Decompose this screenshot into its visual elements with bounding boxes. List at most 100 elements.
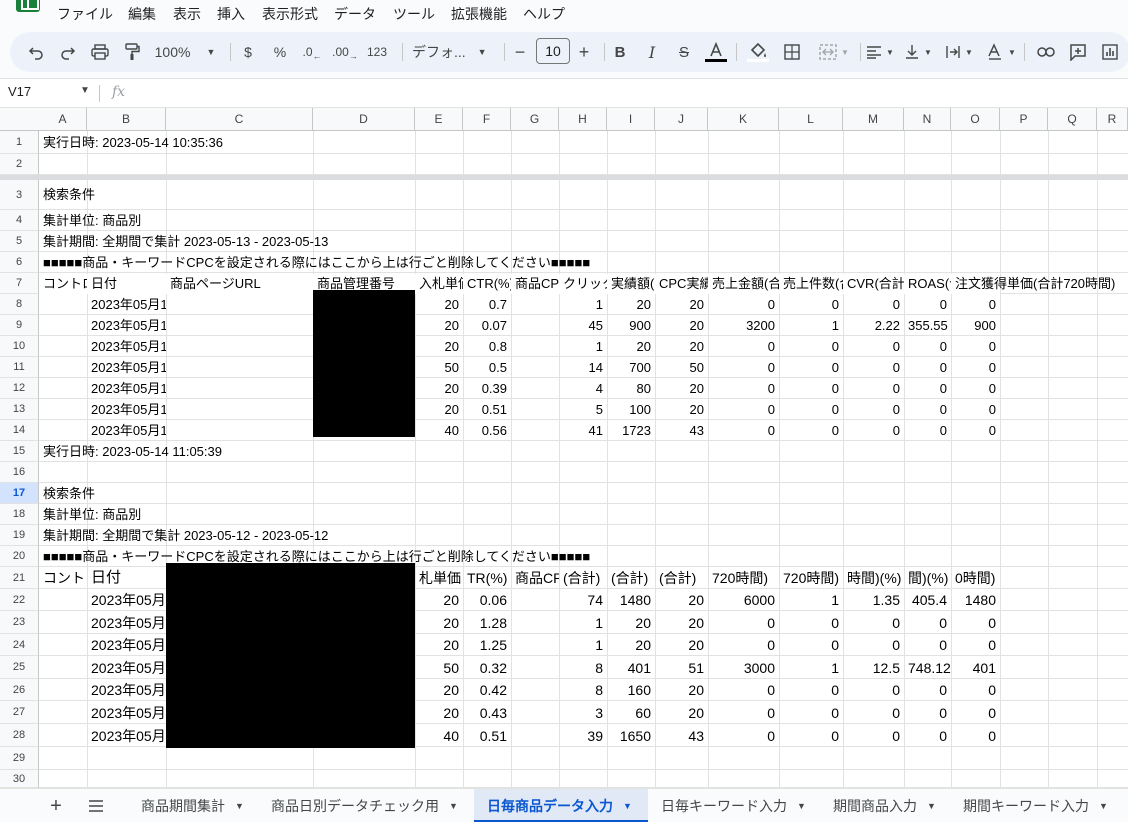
- column-title-cell[interactable]: 間)(%): [904, 568, 951, 588]
- date-cell[interactable]: 2023年05月: [87, 726, 166, 746]
- bid-cell[interactable]: 20: [415, 680, 463, 700]
- sheet-tab[interactable]: 商品期間集計 ▼: [128, 789, 258, 822]
- column-title-cell[interactable]: 商品CPC: [511, 273, 559, 294]
- cpc-cell[interactable]: 20: [655, 680, 708, 700]
- column-title-cell[interactable]: 商品CP: [511, 568, 559, 588]
- row-header[interactable]: 24: [0, 634, 39, 656]
- roas-cell[interactable]: 0: [904, 703, 951, 723]
- column-title-cell[interactable]: 札単価: [415, 568, 463, 588]
- row-header[interactable]: 3: [0, 180, 39, 210]
- clicks-cell[interactable]: 39: [559, 726, 607, 746]
- select-all-corner[interactable]: [0, 108, 40, 131]
- ctr-cell[interactable]: 1.28: [463, 613, 511, 633]
- cpa-cell[interactable]: 1480: [951, 590, 1000, 610]
- sales-cell[interactable]: 0: [708, 635, 779, 655]
- roas-cell[interactable]: 405.4: [904, 590, 951, 610]
- row-header[interactable]: 19: [0, 525, 39, 546]
- roas-cell[interactable]: 355.55: [904, 316, 951, 336]
- cvr-cell[interactable]: 0: [843, 295, 904, 315]
- roas-cell[interactable]: 0: [904, 358, 951, 378]
- clicks-cell[interactable]: 14: [559, 358, 607, 378]
- undo-icon[interactable]: [24, 32, 48, 72]
- bid-cell[interactable]: 20: [415, 316, 463, 336]
- sales-cell[interactable]: 0: [708, 613, 779, 633]
- text-wrap-icon[interactable]: ▼: [942, 32, 976, 72]
- horizontal-align-icon[interactable]: ▼: [864, 32, 896, 72]
- chevron-down-icon[interactable]: ▼: [235, 801, 244, 811]
- increase-decimal-button[interactable]: .00 →: [332, 32, 358, 72]
- column-header[interactable]: I: [607, 108, 655, 131]
- amount-cell[interactable]: 700: [607, 358, 655, 378]
- sales-cell[interactable]: 0: [708, 379, 779, 399]
- column-title-cell[interactable]: 時間)(%): [843, 568, 904, 588]
- column-header[interactable]: N: [904, 108, 951, 131]
- row-header[interactable]: 27: [0, 701, 39, 724]
- bid-cell[interactable]: 20: [415, 590, 463, 610]
- amount-cell[interactable]: 401: [607, 658, 655, 678]
- date-cell[interactable]: 2023年05月: [87, 613, 166, 633]
- font-size-decrease-button[interactable]: −: [510, 32, 530, 72]
- row-header[interactable]: 22: [0, 589, 39, 611]
- menu-format[interactable]: 表示形式: [262, 4, 318, 24]
- cpa-cell[interactable]: 0: [951, 726, 1000, 746]
- cpa-cell[interactable]: 401: [951, 658, 1000, 678]
- cvr-cell[interactable]: 0: [843, 613, 904, 633]
- exec-time-cell[interactable]: 実行日時: 2023-05-14 11:05:39: [39, 442, 222, 462]
- bid-cell[interactable]: 50: [415, 658, 463, 678]
- sales-cell[interactable]: 0: [708, 337, 779, 357]
- chevron-down-icon[interactable]: ▼: [927, 801, 936, 811]
- sales-cell[interactable]: 0: [708, 726, 779, 746]
- column-title-cell[interactable]: TR(%): [463, 568, 511, 588]
- merge-cells-icon[interactable]: ▼: [814, 32, 854, 72]
- row-header[interactable]: 10: [0, 336, 39, 357]
- date-cell[interactable]: 2023年05月1: [87, 400, 166, 420]
- sheet-tab[interactable]: 商品日別データチェック用 ▼: [258, 789, 466, 822]
- clicks-cell[interactable]: 3: [559, 703, 607, 723]
- amount-cell[interactable]: 20: [607, 295, 655, 315]
- bid-cell[interactable]: 40: [415, 726, 463, 746]
- chevron-down-icon[interactable]: ▼: [1099, 801, 1108, 811]
- date-cell[interactable]: 2023年05月: [87, 635, 166, 655]
- column-header[interactable]: O: [951, 108, 1000, 131]
- count-cell[interactable]: 0: [779, 358, 843, 378]
- row-header[interactable]: 6: [0, 252, 39, 273]
- cpc-cell[interactable]: 20: [655, 316, 708, 336]
- ctr-cell[interactable]: 0.42: [463, 680, 511, 700]
- cvr-cell[interactable]: 0: [843, 421, 904, 441]
- row-header[interactable]: 14: [0, 420, 39, 441]
- count-cell[interactable]: 0: [779, 379, 843, 399]
- row-header[interactable]: 28: [0, 724, 39, 747]
- clicks-cell[interactable]: 45: [559, 316, 607, 336]
- date-cell[interactable]: 2023年05月: [87, 680, 166, 700]
- row-header[interactable]: 23: [0, 611, 39, 634]
- row-header[interactable]: 12: [0, 378, 39, 399]
- column-title-cell[interactable]: コントロ: [39, 273, 87, 294]
- date-cell[interactable]: 2023年05月1: [87, 295, 166, 315]
- cpc-cell[interactable]: 51: [655, 658, 708, 678]
- bid-cell[interactable]: 50: [415, 358, 463, 378]
- insert-comment-icon[interactable]: [1066, 32, 1090, 72]
- roas-cell[interactable]: 0: [904, 635, 951, 655]
- percent-format-button[interactable]: %: [270, 32, 290, 72]
- cvr-cell[interactable]: 1.35: [843, 590, 904, 610]
- ctr-cell[interactable]: 0.8: [463, 337, 511, 357]
- row-header[interactable]: 26: [0, 679, 39, 701]
- column-header[interactable]: C: [166, 108, 313, 131]
- column-title-cell[interactable]: 入札単価: [415, 273, 463, 294]
- sales-cell[interactable]: 0: [708, 703, 779, 723]
- roas-cell[interactable]: 0: [904, 295, 951, 315]
- column-title-cell[interactable]: 日付: [87, 273, 166, 294]
- cpa-cell[interactable]: 0: [951, 400, 1000, 420]
- strikethrough-button[interactable]: S: [672, 32, 696, 72]
- ctr-cell[interactable]: 0.5: [463, 358, 511, 378]
- name-box[interactable]: V17: [8, 84, 31, 99]
- cvr-cell[interactable]: 0: [843, 726, 904, 746]
- cpc-cell[interactable]: 43: [655, 726, 708, 746]
- clicks-cell[interactable]: 1: [559, 295, 607, 315]
- cpc-cell[interactable]: 20: [655, 703, 708, 723]
- bid-cell[interactable]: 20: [415, 295, 463, 315]
- bid-cell[interactable]: 20: [415, 400, 463, 420]
- roas-cell[interactable]: 748.12: [904, 658, 951, 678]
- cvr-cell[interactable]: 0: [843, 379, 904, 399]
- cpa-cell[interactable]: 0: [951, 421, 1000, 441]
